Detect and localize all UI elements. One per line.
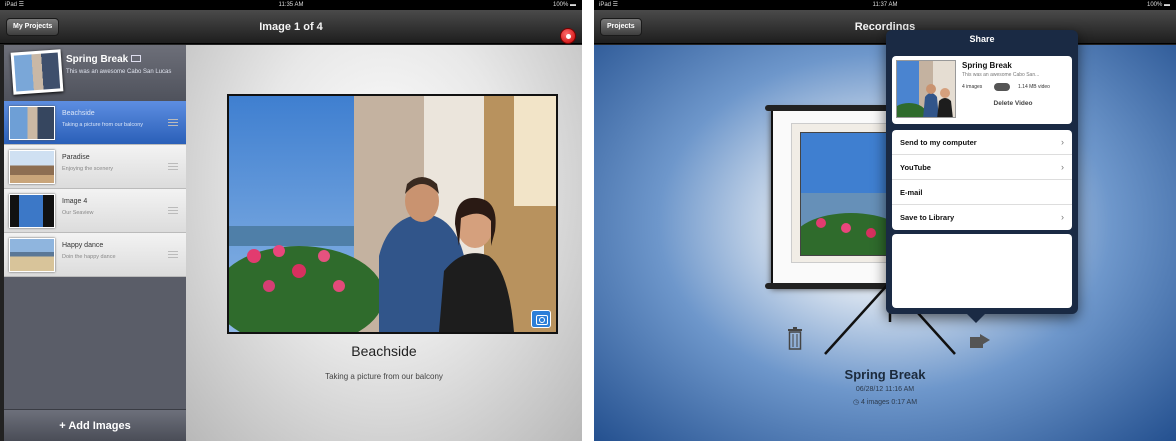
share-empty-area (892, 234, 1072, 308)
battery-label: 100% ▬ (552, 2, 576, 8)
chevron-right-icon: › (1061, 162, 1064, 172)
film-icon (131, 55, 142, 62)
image-list-item[interactable]: Paradise Enjoying the scenery (4, 145, 186, 189)
status-bar: iPad ☰ 11:35 AM 100% ▬ (0, 0, 582, 10)
share-email[interactable]: E-mail (892, 180, 1072, 205)
image-thumbnail (9, 106, 55, 140)
grip-icon[interactable] (168, 207, 178, 214)
share-video-size: 1.14 MB video (1018, 84, 1050, 90)
image-name: Beachside (62, 110, 95, 117)
trash-icon[interactable] (787, 326, 803, 350)
share-youtube[interactable]: YouTube › (892, 155, 1072, 180)
share-project-description: This was an awesome Cabo San... (962, 72, 1040, 78)
project-header[interactable]: Spring Break This was an awesome Cabo Sa… (4, 45, 186, 101)
delete-video-button[interactable]: Delete Video (962, 100, 1064, 107)
recordings-screen: iPad ☰ 11:37 AM 100% ▬ Projects Recordin… (594, 0, 1176, 441)
page-title: Recordings (854, 21, 916, 33)
share-thumbnail (896, 60, 956, 118)
projects-button[interactable]: Projects (600, 18, 642, 36)
nav-bar: Projects Recordings (594, 10, 1176, 44)
record-button[interactable] (560, 28, 576, 44)
image-stage: Beachside Taking a picture from our balc… (186, 45, 582, 441)
main-photo[interactable] (227, 94, 558, 334)
grip-icon[interactable] (168, 119, 178, 126)
share-save-to-library[interactable]: Save to Library › (892, 205, 1072, 230)
recording-date: 06/28/12 11:16 AM (855, 386, 915, 393)
image-description: Taking a picture from our balcony (62, 122, 144, 128)
clock-icon: ◷ (852, 399, 862, 406)
record-icon (566, 34, 571, 39)
image-description: Our Seaview (62, 210, 94, 216)
image-thumbnail (9, 194, 55, 228)
image-title[interactable]: Beachside (186, 343, 582, 359)
camera-icon[interactable] (531, 310, 551, 328)
share-popover: Share Spring Break This was an awesome C… (886, 30, 1078, 323)
share-project-title: Spring Break (962, 61, 1012, 70)
project-description: This was an awesome Cabo San Lucas (66, 69, 172, 75)
project-thumbnail (10, 49, 64, 95)
image-name: Happy dance (62, 242, 104, 249)
status-bar: iPad ☰ 11:37 AM 100% ▬ (594, 0, 1176, 10)
page-title: Image 1 of 4 (259, 21, 323, 33)
image-thumbnail (9, 238, 55, 272)
my-projects-button[interactable]: My Projects (6, 18, 60, 36)
share-options-list: Send to my computer › YouTube › E-mail Sav… (892, 130, 1072, 230)
image-list-item[interactable]: Happy dance Doin the happy dance (4, 233, 186, 277)
share-icon[interactable] (970, 332, 990, 348)
chevron-right-icon: › (1061, 137, 1064, 147)
clock-label: 11:37 AM (872, 2, 898, 8)
image-caption[interactable]: Taking a picture from our balcony (186, 372, 582, 381)
add-images-button[interactable]: + Add Images (4, 409, 186, 441)
image-name: Image 4 (62, 198, 88, 205)
share-toggle[interactable] (994, 83, 1010, 91)
share-image-count: 4 images (962, 84, 983, 90)
share-project-card: Spring Break This was an awesome Cabo Sa… (892, 56, 1072, 124)
grip-icon[interactable] (168, 251, 178, 258)
share-popover-title: Share (969, 34, 995, 44)
image-description: Doin the happy dance (62, 254, 116, 260)
project-title: Spring Break (66, 54, 142, 65)
balcony-photo (229, 96, 556, 332)
grip-icon[interactable] (168, 163, 178, 170)
image-sidebar: Spring Break This was an awesome Cabo Sa… (4, 45, 186, 441)
image-name: Paradise (62, 154, 90, 161)
share-send-to-computer[interactable]: Send to my computer › (892, 130, 1072, 155)
image-thumbnail (9, 150, 55, 184)
chevron-right-icon: › (1061, 212, 1064, 222)
clock-label: 11:35 AM (278, 2, 304, 8)
nav-bar: My Projects Image 1 of 4 (0, 10, 582, 44)
project-editor-screen: iPad ☰ 11:35 AM 100% ▬ My Projects Image… (0, 0, 582, 441)
image-description: Enjoying the scenery (62, 166, 114, 172)
image-list-item[interactable]: Image 4 Our Seaview (4, 189, 186, 233)
recording-meta: ◷ 4 images 0:17 AM (852, 399, 918, 406)
battery-label: 100% ▬ (1146, 2, 1170, 8)
image-list-item[interactable]: Beachside Taking a picture from our balc… (4, 101, 186, 145)
recording-title: Spring Break (844, 367, 926, 382)
